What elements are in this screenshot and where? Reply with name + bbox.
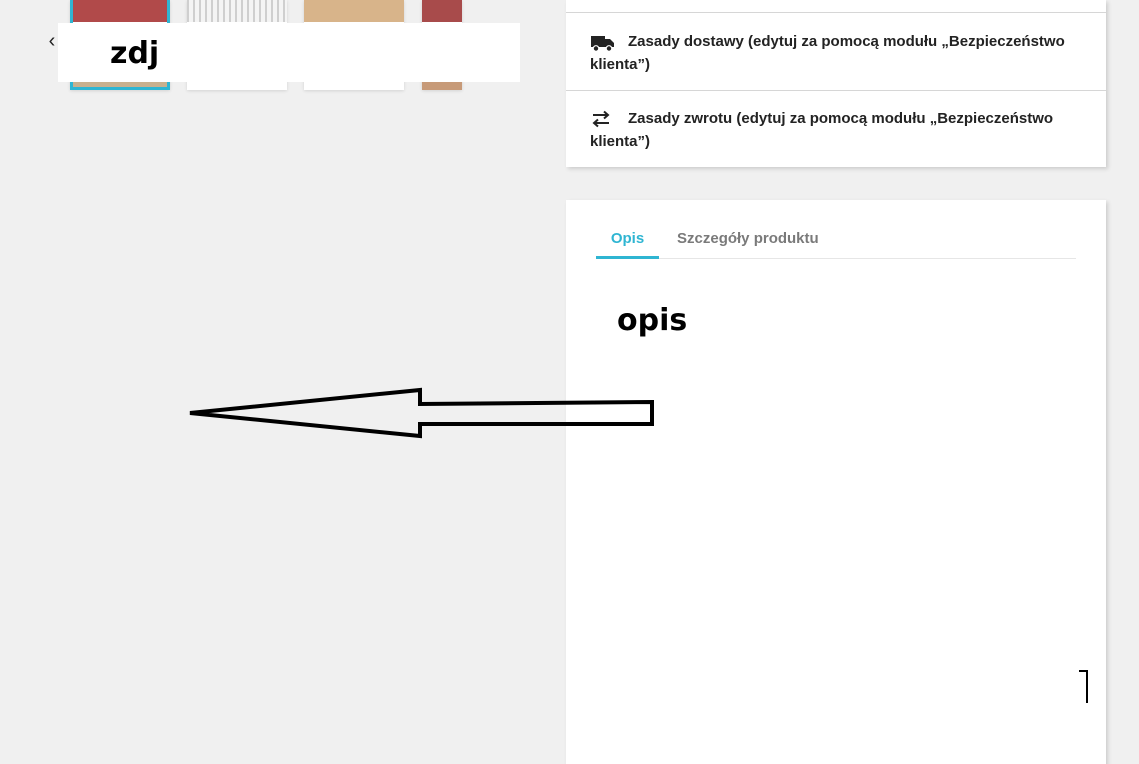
image-placeholder-label: zdj xyxy=(110,36,160,71)
delivery-policy-text: Zasady dostawy (edytuj za pomocą modułu … xyxy=(590,33,1065,73)
tab-description[interactable]: Opis xyxy=(596,220,659,259)
customer-reassurance-card: Zasady dostawy (edytuj za pomocą modułu … xyxy=(566,0,1106,167)
corner-mark xyxy=(1079,670,1088,703)
annotation-arrow xyxy=(189,387,654,439)
image-placeholder-box: zdj xyxy=(58,23,520,82)
return-policy-row: Zasady zwrotu (edytuj za pomocą modułu „… xyxy=(566,90,1106,168)
delivery-policy-row: Zasady dostawy (edytuj za pomocą modułu … xyxy=(566,12,1106,91)
tab-product-details[interactable]: Szczegóły produktu xyxy=(677,220,819,256)
return-policy-text: Zasady zwrotu (edytuj za pomocą modułu „… xyxy=(590,110,1054,150)
product-tabs: Opis Szczegóły produktu xyxy=(596,220,1076,259)
description-placeholder-label: opis xyxy=(617,303,688,338)
product-description-card: Opis Szczegóły produktu opis xyxy=(566,200,1106,764)
